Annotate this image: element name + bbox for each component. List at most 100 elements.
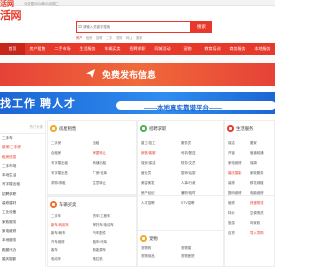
card-link[interactable]: 二手车 <box>51 213 93 218</box>
card-link[interactable]: 旅游 <box>228 220 250 225</box>
card-link[interactable]: 生意转让 <box>93 180 135 185</box>
nav-item-local[interactable]: 本地服务 <box>250 43 275 55</box>
paper-plane-icon <box>86 69 95 78</box>
card-link[interactable]: 维修 <box>228 200 250 205</box>
card-link[interactable]: 婚庆摄影 <box>228 170 250 175</box>
left-category-item[interactable]: 家政服务 <box>0 218 45 227</box>
left-category-item[interactable]: 本地生活 <box>0 171 45 180</box>
left-category-item[interactable]: 二手车 <box>0 134 45 143</box>
card-link[interactable]: 快递物流 <box>250 200 272 205</box>
card-link[interactable]: 鲜花绿植 <box>250 180 272 185</box>
hot-keyword[interactable]: 招聘 <box>96 36 102 40</box>
card-link[interactable]: 租车/代驾 <box>93 239 135 244</box>
card-link[interactable]: 求购/求租 <box>51 180 93 185</box>
card-link[interactable]: 销售/客服 <box>141 150 181 155</box>
search-input[interactable] <box>77 22 169 31</box>
nav-item-life[interactable]: 生活服务 <box>75 43 100 55</box>
card-link[interactable]: 摩托车/电动车 <box>93 222 135 227</box>
left-category-item[interactable]: 写字楼出租 <box>0 180 45 189</box>
nav-item-jobs[interactable]: 招聘求职 <box>125 43 150 55</box>
card-link[interactable]: 家政服务 <box>250 170 272 175</box>
card-link[interactable]: 厂房/仓库 <box>93 170 135 175</box>
hot-keyword[interactable]: 宠物 <box>116 36 122 40</box>
card-link[interactable]: 货车/工程车 <box>93 213 135 218</box>
search-box <box>76 21 191 33</box>
card-link[interactable]: 营业员 <box>141 170 181 175</box>
card-link[interactable]: 保姆 <box>250 160 272 165</box>
card-link[interactable]: 装修 <box>228 180 250 185</box>
left-category-item[interactable]: 租房信息 <box>0 153 45 162</box>
card-link[interactable]: 汽车维修 <box>51 239 93 244</box>
card-link[interactable]: 普工/技工 <box>141 140 181 145</box>
left-category-item[interactable]: 招聘求职 <box>0 190 45 199</box>
card-link[interactable]: 人事/行政 <box>181 180 221 185</box>
card-link[interactable]: 房屋转让 <box>93 150 135 155</box>
left-category-item[interactable]: 婚庆摄影 <box>0 255 45 264</box>
card-link[interactable]: 宠物狗 <box>141 245 181 250</box>
nav-item-events[interactable]: 同城活动 <box>150 43 175 55</box>
left-category-item[interactable]: 本地服务 <box>0 236 45 245</box>
card-link[interactable]: 服务员 <box>181 140 221 145</box>
card-link[interactable]: STV招聘 <box>181 200 221 205</box>
card-link[interactable]: 电动车 <box>51 256 93 261</box>
card-link[interactable]: 宠物用品 <box>141 253 181 258</box>
card-link[interactable]: 客车 <box>51 247 93 252</box>
left-category-column: 热门分类 二手车 新房/二手房 租房信息 二手市场 本地生活 写字楼出租 招聘求… <box>0 120 46 267</box>
card-link[interactable]: 写字楼出售 <box>51 170 93 175</box>
nav-item-home[interactable]: 首页 <box>0 43 25 55</box>
card-link[interactable]: 叫家政 <box>250 220 272 225</box>
card-link[interactable]: 拖拉机 <box>93 256 135 261</box>
card-link[interactable]: 合租房 <box>51 150 93 155</box>
card-link[interactable]: 商铺出租 <box>93 160 135 165</box>
card-link[interactable]: 新车/轿车 <box>51 230 93 235</box>
card-link[interactable]: 家电维修 <box>228 160 250 165</box>
jobs-banner[interactable]: 找工作 聘人才 ——本地真实靠谱平台—— <box>0 92 275 114</box>
left-category-item[interactable]: 跑腿代办 <box>0 246 45 255</box>
card-cars: 车辆买卖 二手车 货车/工程车 新车/商用车 摩托车/电动车 新车/轿车 汽车配… <box>47 196 137 267</box>
left-category-item[interactable]: 工业设备 <box>0 208 45 217</box>
hot-keyword[interactable]: 房产 <box>76 36 82 40</box>
card-link[interactable]: 管道疏通 <box>250 150 272 155</box>
card-link[interactable]: 保安/保洁 <box>141 160 181 165</box>
card-link[interactable]: 出租 <box>93 140 135 145</box>
card-link[interactable]: 厨师/后厨 <box>181 170 221 175</box>
search-button[interactable]: 搜索 <box>191 21 212 33</box>
card-link[interactable]: 写字楼出租 <box>51 160 93 165</box>
left-category-item[interactable]: 装修建材 <box>0 199 45 208</box>
card-link[interactable]: 新能源车 <box>93 247 135 252</box>
nav-item-education[interactable]: 教育培训 <box>200 43 225 55</box>
nav-item-house[interactable]: 房产租售 <box>25 43 50 55</box>
card-link[interactable]: 新车/商用车 <box>51 222 93 227</box>
card-link[interactable]: 汽车配件 <box>93 230 135 235</box>
card-link[interactable]: 导入导购 <box>250 230 272 235</box>
left-category-item[interactable]: 新房/二手房 <box>0 143 45 152</box>
hot-keyword[interactable]: 二手 <box>106 36 112 40</box>
card-link[interactable]: 开锁 <box>228 150 250 155</box>
left-category-item[interactable]: 二手市场 <box>0 162 45 171</box>
hot-keyword[interactable]: 租房 <box>86 36 92 40</box>
card-link[interactable]: 美容美发 <box>141 180 181 185</box>
briefcase-icon <box>140 125 147 132</box>
card-link[interactable]: 人才招聘 <box>141 200 181 205</box>
hot-keyword[interactable]: 转让 <box>126 36 132 40</box>
card-link[interactable]: 保洁 <box>228 140 250 145</box>
publish-banner[interactable]: 免费发布信息 <box>0 63 275 86</box>
card-pets: 宠物 宠物狗 宠物猫 宠物用品 宠物医院 <box>137 230 224 267</box>
card-link[interactable]: 空调清洗 <box>250 210 272 215</box>
nav-item-pets[interactable]: 宠物 <box>175 43 200 55</box>
nav-item-cars[interactable]: 车辆买卖 <box>100 43 125 55</box>
card-life-title-text: 生活服务 <box>236 125 254 131</box>
card-link[interactable]: 财务/文员 <box>181 160 221 165</box>
card-link[interactable]: 百货 <box>228 230 250 235</box>
card-link[interactable]: 司机/配送 <box>181 150 221 155</box>
card-link[interactable]: 二手房 <box>51 140 93 145</box>
nav-item-secondhand[interactable]: 二手市场 <box>50 43 75 55</box>
card-link[interactable]: 特价 <box>228 210 250 215</box>
card-link[interactable]: 宠物医院 <box>181 253 221 258</box>
left-category-item[interactable]: 家电维修 <box>0 227 45 236</box>
nav-item-business[interactable]: 商务服务 <box>225 43 250 55</box>
hot-keyword[interactable]: 搬家 <box>136 36 142 40</box>
card-link[interactable]: 搬家 <box>250 140 272 145</box>
site-logo[interactable]: 活网 <box>0 7 22 23</box>
card-link[interactable]: 宠物猫 <box>181 245 221 250</box>
